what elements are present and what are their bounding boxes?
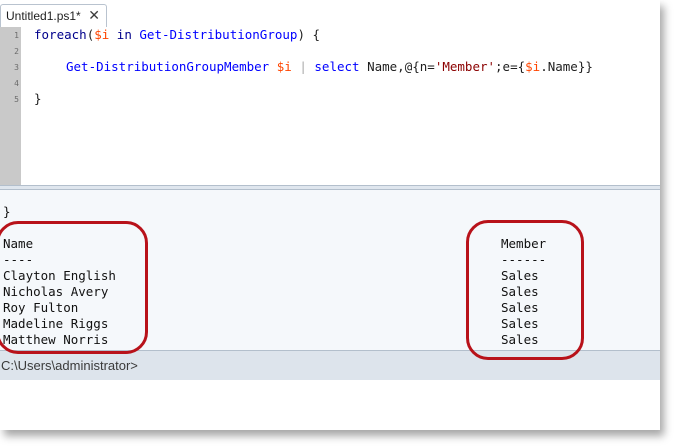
output-closing-brace: } xyxy=(3,204,11,219)
argument-token: ;e={ xyxy=(495,59,526,74)
console-prompt: C:\Users\administrator> xyxy=(1,358,138,373)
argument-token: .Name}} xyxy=(540,59,593,74)
line-number: 1 xyxy=(14,31,19,40)
line-number-gutter: 1 2 3 4 5 xyxy=(0,27,21,185)
line-number: 2 xyxy=(14,47,19,56)
cmdlet-token: Get-DistributionGroup xyxy=(139,27,298,42)
code-line-5: } xyxy=(34,91,42,106)
line-number: 3 xyxy=(14,63,19,72)
code-line-1: foreach($i in Get-DistributionGroup) { xyxy=(34,27,320,42)
cmdlet-token: Get-DistributionGroupMember xyxy=(66,59,270,74)
keyword-token: foreach xyxy=(34,27,87,42)
annotation-oval-name-column xyxy=(0,221,148,354)
tab-strip: Untitled1.ps1* ✕ xyxy=(0,0,660,28)
paren-token: ) { xyxy=(297,27,321,42)
argument-token: Name,@{n= xyxy=(359,59,435,74)
code-line-3: Get-DistributionGroupMember $i | select … xyxy=(66,59,593,74)
pipe-token: | xyxy=(299,59,307,74)
string-token: 'Member' xyxy=(434,59,496,74)
tab-label: Untitled1.ps1* xyxy=(6,9,81,23)
cmdlet-token: select xyxy=(314,59,360,74)
variable-token: $i xyxy=(525,59,541,74)
console-input-area[interactable] xyxy=(0,380,660,430)
variable-token: $i xyxy=(276,59,292,74)
tab-untitled1[interactable]: Untitled1.ps1* ✕ xyxy=(0,4,107,27)
annotation-oval-member-column xyxy=(466,220,584,360)
keyword-token: in xyxy=(109,27,140,42)
variable-token: $i xyxy=(94,27,110,42)
line-number: 4 xyxy=(14,79,19,88)
script-editor[interactable]: 1 2 3 4 5 foreach($i in Get-Distribution… xyxy=(0,27,660,185)
close-icon[interactable]: ✕ xyxy=(88,7,100,24)
ise-window: Untitled1.ps1* ✕ 1 2 3 4 5 foreach($i in… xyxy=(0,0,660,430)
line-number: 5 xyxy=(14,95,19,104)
